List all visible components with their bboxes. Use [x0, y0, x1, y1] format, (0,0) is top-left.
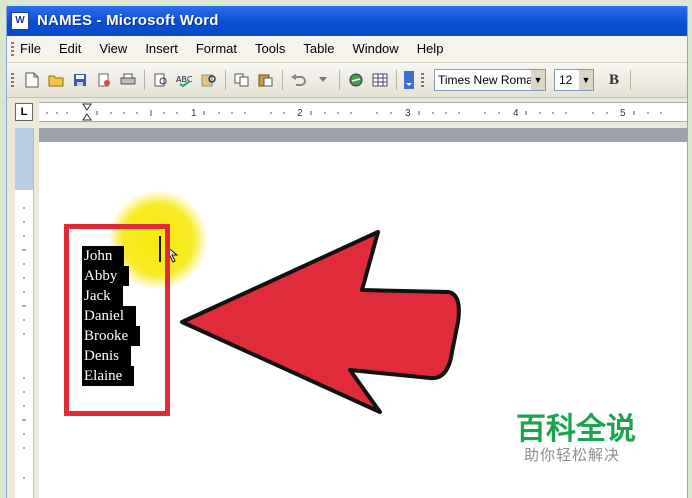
red-arrow-icon [180, 230, 461, 414]
watermark-subtitle: 助你轻松解决 [524, 446, 621, 464]
selection-highlight-box [64, 224, 170, 416]
watermark-title: 百科全说 [516, 412, 636, 447]
